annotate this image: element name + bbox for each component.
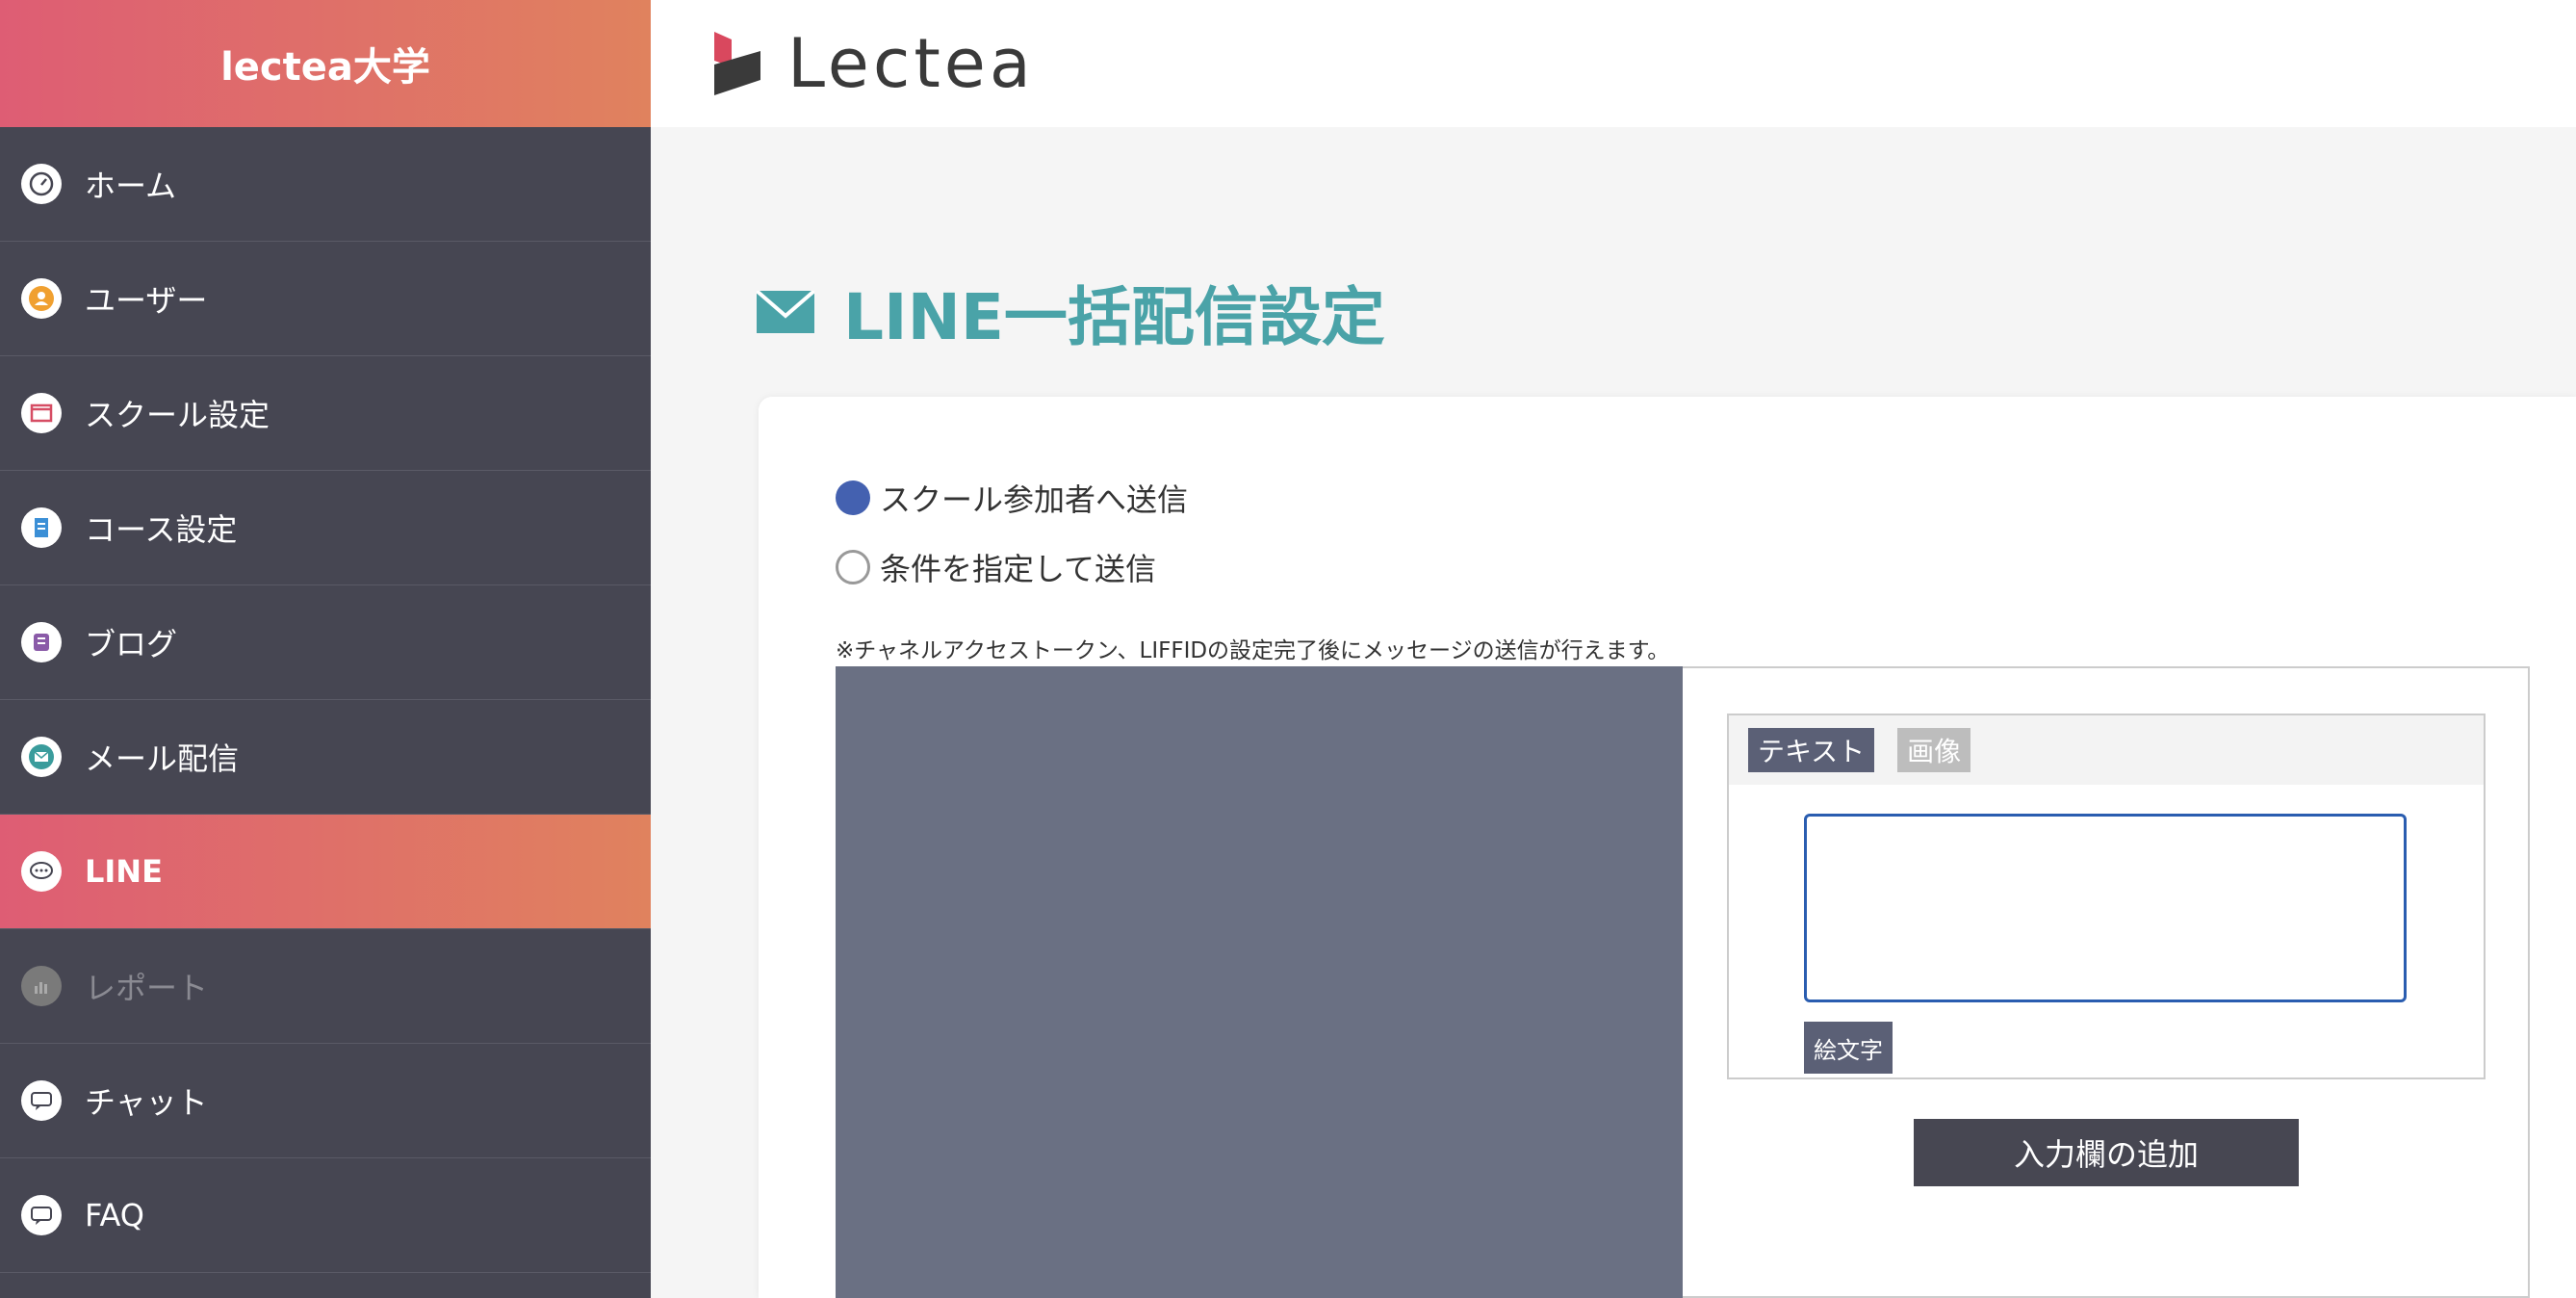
sidebar-item-report[interactable]: レポート [0,929,651,1044]
sidebar-item-users[interactable]: ユーザー [0,242,651,356]
top-header: Lectea [651,0,2576,127]
sidebar-item-mail[interactable]: メール配信 [0,700,651,815]
blog-icon [21,622,62,662]
dashboard-icon [21,164,62,204]
radio-unchecked-icon[interactable] [836,550,870,584]
sidebar-item-label: メール配信 [85,740,240,777]
radio-label: 条件を指定して送信 [880,551,1157,587]
sidebar-item-label: レポート [85,970,209,1006]
sidebar-item-label: ブログ [85,626,178,662]
sidebar-item-home[interactable]: ホーム [0,127,651,242]
sidebar-item-label: コース設定 [85,511,238,548]
sidebar-item-label: ユーザー [85,282,208,319]
sidebar-item-blog[interactable]: ブログ [0,585,651,700]
add-input-field-button[interactable]: 入力欄の追加 [1914,1119,2299,1186]
logo-text[interactable]: Lectea [787,24,1035,103]
sidebar-item-course-settings[interactable]: コース設定 [0,471,651,585]
sidebar-item-school-settings[interactable]: スクール設定 [0,356,651,471]
liff-note: ※チャネルアクセストークン、LIFFIDの設定完了後にメッセージの送信が行えます… [836,638,1670,663]
page-title: LINE一括配信設定 [757,266,1385,358]
sidebar-item-line[interactable]: LINE [0,815,651,929]
window-icon [21,393,62,433]
chat-bubble-icon [21,851,62,892]
message-input-panel: テキスト 画像 絵文字 [1727,714,2486,1079]
sidebar-item-label: チャット [85,1084,208,1121]
message-preview [836,666,1683,1298]
sidebar-item-chat[interactable]: チャット [0,1044,651,1158]
tab-text[interactable]: テキスト [1748,728,1875,772]
sidebar-item-label: LINE [85,853,163,890]
report-icon [21,966,62,1006]
radio-send-to-participants[interactable]: スクール参加者へ送信 [836,476,1188,520]
document-icon [21,507,62,548]
sidebar-item-label: ホーム [85,168,177,204]
message-type-tabs: テキスト 画像 [1729,715,2484,785]
mail-icon [21,737,62,777]
tab-image[interactable]: 画像 [1897,728,1971,772]
radio-label: スクール参加者へ送信 [880,481,1189,518]
radio-checked-icon[interactable] [836,480,870,515]
faq-bubble-icon [21,1080,62,1121]
faq-bubble-icon [21,1195,62,1235]
emoji-button[interactable]: 絵文字 [1804,1022,1893,1074]
page-title-text: LINE一括配信設定 [843,280,1385,354]
message-textarea[interactable] [1804,814,2407,1002]
radio-send-by-condition[interactable]: 条件を指定して送信 [836,545,1156,589]
sidebar-brand[interactable]: lectea大学 [0,0,651,127]
user-icon [21,278,62,319]
sidebar: lectea大学 ホーム ユーザー スクール設定 コース設定 ブログ メール配信 [0,0,651,1298]
sidebar-item-faq[interactable]: FAQ [0,1158,651,1273]
envelope-icon [757,291,814,333]
lectea-logo-icon [710,32,760,95]
sidebar-item-label: スクール設定 [85,397,270,433]
sidebar-item-label: FAQ [85,1197,144,1233]
